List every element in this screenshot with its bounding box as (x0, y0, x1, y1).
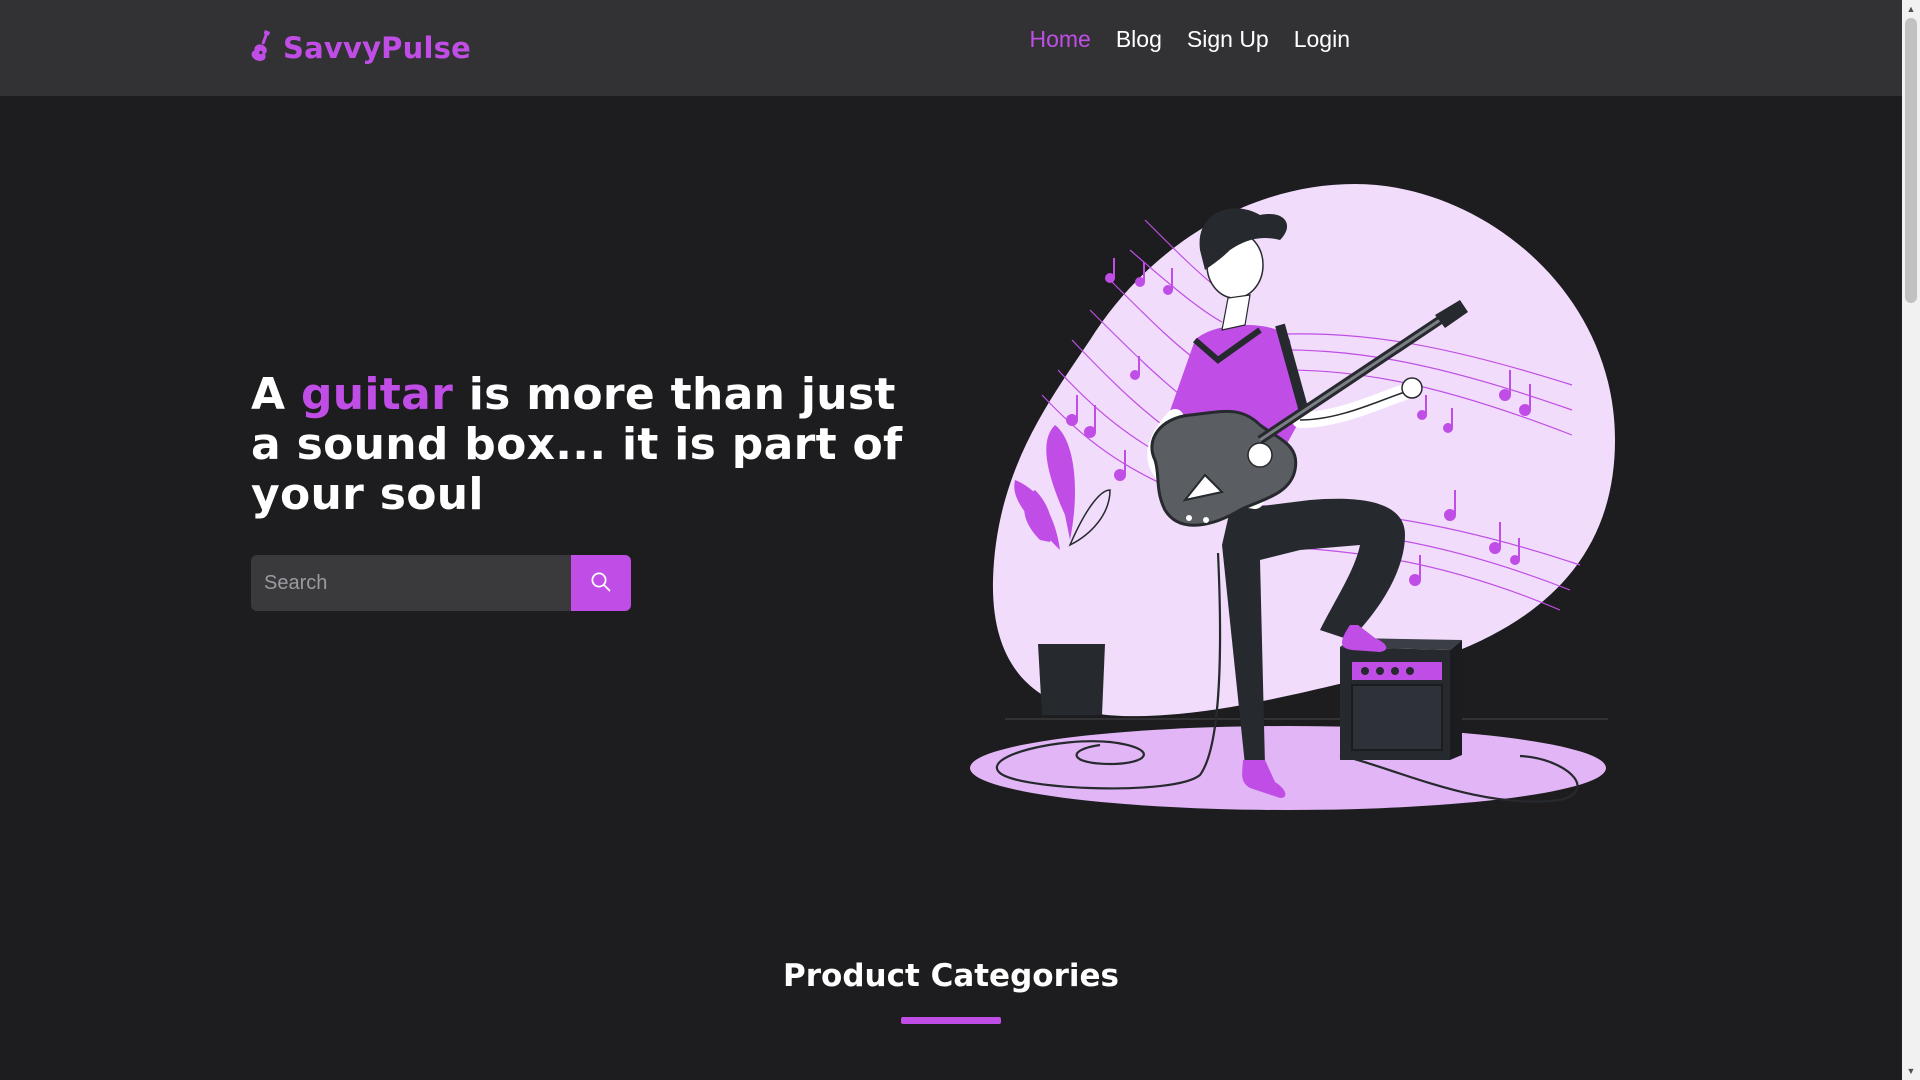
guitarist-illustration (960, 170, 1620, 830)
nav-signup-link[interactable]: Sign Up (1187, 26, 1269, 53)
search-icon (590, 571, 612, 596)
page-scrollbar[interactable]: ▲ ▼ (1902, 0, 1920, 1080)
hero-title-highlight: guitar (300, 369, 454, 420)
hero-title: A guitar is more than just a sound box..… (251, 370, 911, 520)
search-button[interactable] (571, 555, 631, 611)
brand-logo-link[interactable]: SavvyPulse (251, 28, 471, 68)
scrollbar-thumb[interactable] (1905, 18, 1917, 303)
brand-name: SavvyPulse (283, 31, 471, 65)
nav-home-link[interactable]: Home (1029, 26, 1090, 53)
search-bar (251, 555, 631, 611)
product-categories-title: Product Categories (783, 958, 1119, 994)
guitar-icon (251, 29, 273, 67)
navbar: SavvyPulse Home Blog Sign Up Login (0, 0, 1902, 96)
search-input[interactable] (251, 555, 571, 611)
amplifier (1340, 638, 1462, 760)
nav-blog-link[interactable]: Blog (1116, 26, 1162, 53)
floor-ellipse (970, 726, 1606, 810)
background-blob (992, 184, 1615, 717)
section-title-underline (901, 1017, 1001, 1024)
hero-title-prefix: A (251, 369, 301, 420)
scroll-down-arrow-icon[interactable]: ▼ (1902, 1062, 1920, 1080)
nav-login-link[interactable]: Login (1294, 26, 1350, 53)
main-nav: Home Blog Sign Up Login (1029, 26, 1350, 53)
scroll-up-arrow-icon[interactable]: ▲ (1902, 0, 1920, 18)
